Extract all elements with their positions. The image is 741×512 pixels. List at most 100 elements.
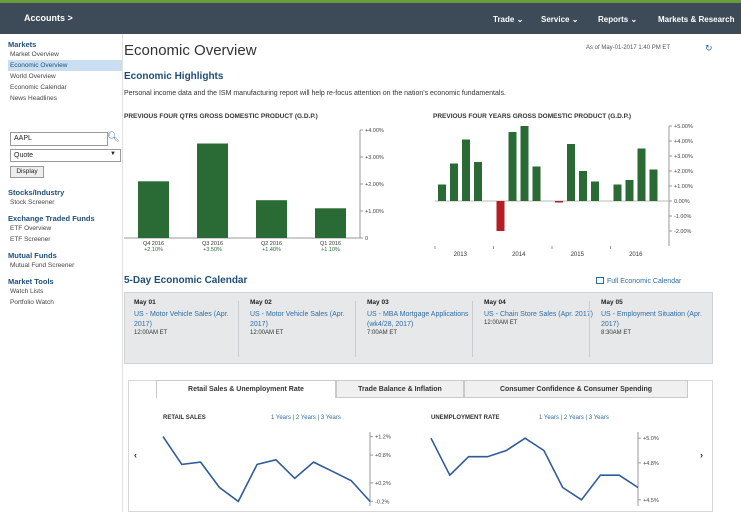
sidebar-item-market-overview[interactable]: Market Overview [8,49,122,60]
calendar-heading: 5-Day Economic Calendar [124,275,248,286]
sidebar-item-news-headlines[interactable]: News Headlines [8,93,122,104]
bar [256,200,287,238]
trade-menu[interactable]: Trade ⌄ [493,15,523,24]
calendar-event-link[interactable]: US - Motor Vehicle Sales (Apr. 2017) [134,310,246,330]
bar [462,139,470,201]
chevron-left-icon[interactable]: ‹ [134,450,137,460]
sidebar-item-world-overview[interactable]: World Overview [8,71,122,82]
bar [474,162,482,201]
tab-trade-inflation[interactable]: Trade Balance & Inflation [336,380,464,398]
y-tick-label: +2.00% [674,169,693,175]
page-title: Economic Overview [124,42,257,59]
y-tick-label: -0.2% [375,499,389,505]
y-tick-label: +4.8% [643,461,659,467]
gdp-years-chart: +5.00% +4.00% +3.00% +2.00% +1.00% 0.00% -1.00… [434,124,693,258]
retail-sales-title: RETAIL SALES [163,415,206,421]
y-tick-label: +1.00% [365,209,384,215]
sidebar-heading-mutual-funds: Mutual Funds [8,251,57,260]
gdp-quarters-chart-title: PREVIOUS FOUR QTRS GROSS DOMESTIC PRODUC… [124,113,318,120]
calendar-event-link[interactable]: US - Motor Vehicle Sales (Apr. 2017) [250,310,362,330]
display-button[interactable]: Display [10,166,44,178]
chevron-down-icon: ▼ [110,151,116,157]
calendar-day: May 04 US - Chain Store Sales (Apr. 2017… [484,299,596,326]
y-tick-label: +1.00% [674,184,693,190]
accounts-menu[interactable]: Accounts > [24,13,73,23]
sidebar-heading-markets: Markets [8,40,37,49]
retail-sales-range-links[interactable]: 1 Years | 2 Years | 3 Years [271,415,341,421]
sidebar-item-portfolio-watch[interactable]: Portfolio Watch [8,297,122,308]
calendar-event-link[interactable]: US - Chain Store Sales (Apr. 2017) [484,310,596,320]
y-tick-label: 0.00% [674,199,690,205]
calendar-time: 12:00AM ET [484,320,518,326]
sidebar-item-etf-screener[interactable]: ETF Screener [8,234,122,245]
y-tick-label: +4.00% [365,128,384,134]
bar [450,163,458,201]
highlights-intro-text: Personal income data and the ISM manufac… [124,90,506,97]
full-calendar-label: Full Economic Calendar [607,278,682,285]
calendar-time: 8:30AM ET [601,330,632,336]
calendar-event-link[interactable]: US - Employment Situation (Apr. 2017) [601,310,713,330]
y-tick-label: +5.00% [674,124,693,130]
gdp-quarters-chart: +4.00%+3.00%+2.00%+1.00%0Q4 2016+2.10%Q3… [124,128,384,253]
refresh-icon[interactable]: ↻ [705,43,713,54]
service-menu[interactable]: Service ⌄ [541,15,578,24]
calendar-time: 12:00AM ET [134,330,168,336]
y-tick-label: +1.2% [375,435,391,441]
calendar-time: 7:00AM ET [367,330,398,336]
full-calendar-link[interactable]: Full Economic Calendar [596,277,681,285]
markets-research-menu[interactable]: Markets & Research [658,15,734,24]
calendar-day: May 03 US - MBA Mortgage Applications (w… [367,299,479,336]
sidebar-heading-market-tools: Market Tools [8,277,54,286]
sidebar-lower: Stocks/Industry Stock Screener Exchange … [8,180,122,308]
reports-menu[interactable]: Reports ⌄ [598,15,637,24]
chevron-right-icon[interactable]: › [700,450,703,460]
y-tick-label: +4.5% [643,498,659,504]
x-tick-label: 2016 [629,252,643,258]
calendar-icon [596,277,604,284]
sidebar-item-etf-overview[interactable]: ETF Overview [8,223,122,234]
bar [520,126,529,201]
y-tick-label: 0 [365,236,368,242]
y-tick-label: +5.0% [643,436,659,442]
calendar-date: May 04 [484,299,506,306]
data-label: +1.40% [262,247,281,253]
bar [138,181,169,238]
calendar-divider [355,301,356,357]
sidebar-item-stock-screener[interactable]: Stock Screener [8,197,122,208]
sidebar-heading-etf: Exchange Traded Funds [8,214,95,223]
unemployment-rate-title: UNEMPLOYMENT RATE [431,415,500,421]
quote-select[interactable]: Quote ▼ [10,149,121,162]
y-tick-label: +3.00% [365,155,384,161]
calendar-divider [238,301,239,357]
calendar-time: 12:00AM ET [250,330,284,336]
calendar-event-link[interactable]: US - MBA Mortgage Applications (wk4/28, … [367,310,479,330]
unemployment-range-links[interactable]: 1 Years | 2 Years | 3 Years [539,415,609,421]
bar [613,184,622,201]
top-nav-bar: Accounts > Trade ⌄ Service ⌄ Reports ⌄ M… [0,0,741,34]
symbol-input[interactable]: AAPL [10,132,108,146]
bar [508,132,517,201]
tab-retail-unemployment[interactable]: Retail Sales & Unemployment Rate [156,380,336,398]
sidebar-item-watch-lists[interactable]: Watch Lists [8,286,122,297]
calendar-date: May 03 [367,299,389,306]
y-tick-label: +0.2% [375,481,391,487]
sidebar-item-economic-overview[interactable]: Economic Overview [8,60,122,71]
calendar-divider [472,301,473,357]
search-icon[interactable]: 🔍︎ [107,132,121,146]
calendar-panel: May 01 US - Motor Vehicle Sales (Apr. 20… [124,292,713,364]
y-tick-label: +2.00% [365,182,384,188]
tab-consumer-confidence[interactable]: Consumer Confidence & Consumer Spending [464,380,688,398]
data-label: +2.10% [144,247,163,253]
x-tick-label: 2014 [512,252,526,258]
calendar-date: May 01 [134,299,156,306]
series-line [430,437,639,501]
bar [567,144,575,201]
y-tick-label: -2.00% [674,229,692,235]
sidebar-item-economic-calendar[interactable]: Economic Calendar [8,82,122,93]
calendar-date: May 02 [250,299,272,306]
bar [649,169,658,201]
bar [591,181,599,201]
sidebar-item-mutual-fund-screener[interactable]: Mutual Fund Screener [8,260,122,271]
unemployment-rate-chart: +5.0% +4.8% +4.5% [430,432,659,506]
y-tick-label: +0.8% [375,453,391,459]
